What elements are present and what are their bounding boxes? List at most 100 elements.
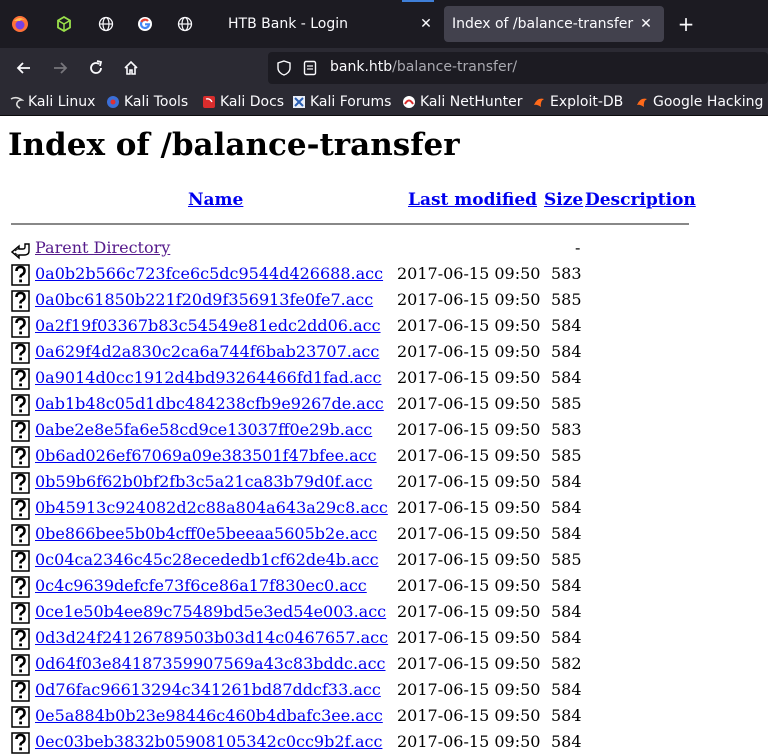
globe-icon[interactable] (96, 14, 116, 34)
file-last-modified: 2017-06-15 09:50 (397, 316, 541, 335)
unknown-file-icon (11, 732, 31, 754)
file-last-modified: 2017-06-15 09:50 (397, 394, 541, 413)
tab-index-balance-transfer[interactable]: Index of /balance-transfer ✕ (444, 6, 664, 42)
file-last-modified: 2017-06-15 09:50 (397, 706, 541, 725)
unknown-file-icon (11, 394, 31, 416)
file-row: 0ec03beb3832b05908105342c0cc9b2f.acc 2017… (0, 729, 768, 755)
file-link[interactable]: 0a0bc61850b221f20d9f356913fe0fe7.acc (35, 290, 373, 309)
bookmark-kali-nethunter[interactable]: Kali NetHunter (402, 93, 522, 111)
google-icon[interactable] (135, 14, 155, 34)
file-size: 584 (551, 732, 582, 751)
ghdb-icon (635, 95, 649, 109)
unknown-file-icon (11, 290, 31, 312)
bookmark-google-hacking-db[interactable]: Google Hacking D (635, 93, 768, 111)
file-row: 0c04ca2346c45c28ecededb1cf62de4b.acc 2017… (0, 547, 768, 573)
file-link[interactable]: 0d3d24f24126789503b03d14c0467657.acc (35, 628, 388, 647)
firefox-menu-icon[interactable] (10, 14, 30, 34)
file-link[interactable]: 0b59b6f62b0bf2fb3c5a21ca83b79d0f.acc (35, 472, 372, 491)
home-icon[interactable] (119, 56, 143, 80)
page-info-icon[interactable] (302, 60, 318, 80)
globe-icon[interactable] (175, 14, 195, 34)
exploit-db-icon (532, 95, 546, 109)
file-link[interactable]: 0a9014d0cc1912d4bd93264466fd1fad.acc (35, 368, 381, 387)
shield-icon[interactable] (276, 60, 292, 80)
column-header-description[interactable]: Description (585, 190, 696, 210)
file-last-modified: 2017-06-15 09:50 (397, 732, 541, 751)
file-last-modified: 2017-06-15 09:50 (397, 524, 541, 543)
unknown-file-icon (11, 472, 31, 494)
file-link[interactable]: 0c04ca2346c45c28ecededb1cf62de4b.acc (35, 550, 379, 569)
file-link[interactable]: 0b45913c924082d2c88a804a643a29c8.acc (35, 498, 388, 517)
bookmark-kali-tools[interactable]: Kali Tools (106, 93, 188, 111)
unknown-file-icon (11, 680, 31, 702)
column-header-last-modified[interactable]: Last modified (408, 190, 537, 210)
unknown-file-icon (11, 316, 31, 338)
reload-icon[interactable] (84, 56, 108, 80)
bookmark-label: Exploit-DB (550, 94, 624, 110)
column-header-size[interactable]: Size (544, 190, 583, 210)
file-last-modified: 2017-06-15 09:50 (397, 290, 541, 309)
unknown-file-icon (11, 628, 31, 650)
new-tab-button[interactable]: + (676, 14, 696, 34)
active-tab-indicator (402, 0, 434, 2)
container-cube-icon[interactable] (54, 14, 74, 34)
close-icon[interactable]: ✕ (638, 16, 654, 32)
bookmark-kali-linux[interactable]: Kali Linux (10, 93, 95, 111)
bookmark-kali-forums[interactable]: Kali Forums (292, 93, 391, 111)
unknown-file-icon (11, 550, 31, 572)
column-header-name[interactable]: Name (188, 190, 243, 210)
file-size: 583 (551, 264, 582, 283)
unknown-file-icon (11, 446, 31, 468)
tab-title: HTB Bank - Login (228, 16, 349, 32)
back-button[interactable] (12, 56, 36, 80)
file-link[interactable]: 0a629f4d2a830c2ca6a744f6bab23707.acc (35, 342, 379, 361)
url-bar[interactable]: bank.htb/balance-transfer/ (268, 52, 768, 84)
parent-directory-link[interactable]: Parent Directory (35, 238, 170, 257)
parent-directory-size: - (575, 238, 581, 257)
file-row: 0d3d24f24126789503b03d14c0467657.acc 2017… (0, 625, 768, 651)
file-link[interactable]: 0ec03beb3832b05908105342c0cc9b2f.acc (35, 732, 382, 751)
file-size: 584 (551, 316, 582, 335)
file-row: 0d64f03e84187359907569a43c83bddc.acc 2017… (0, 651, 768, 677)
file-size: 585 (551, 290, 582, 309)
file-row: 0b45913c924082d2c88a804a643a29c8.acc 2017… (0, 495, 768, 521)
navigation-toolbar: bank.htb/balance-transfer/ (0, 48, 768, 88)
file-last-modified: 2017-06-15 09:50 (397, 628, 541, 647)
file-link[interactable]: 0d76fac96613294c341261bd87ddcf33.acc (35, 680, 381, 699)
bookmark-label: Kali Docs (220, 94, 285, 110)
unknown-file-icon (11, 498, 31, 520)
file-link[interactable]: 0b6ad026ef67069a09e383501f47bfee.acc (35, 446, 377, 465)
unknown-file-icon (11, 602, 31, 624)
file-size: 585 (551, 446, 582, 465)
url-text[interactable]: bank.htb/balance-transfer/ (330, 59, 517, 75)
back-arrow-icon (10, 238, 31, 260)
file-link[interactable]: 0abe2e8e5fa6e58cd9ce13037ff0e29b.acc (35, 420, 372, 439)
forward-button[interactable] (48, 56, 72, 80)
unknown-file-icon (11, 368, 31, 390)
unknown-file-icon (11, 420, 31, 442)
close-icon[interactable]: ✕ (418, 16, 434, 32)
file-size: 584 (551, 472, 582, 491)
file-link[interactable]: 0be866bee5b0b4cff0e5beeaa5605b2e.acc (35, 524, 377, 543)
bookmark-exploit-db[interactable]: Exploit-DB (532, 93, 623, 111)
file-link[interactable]: 0d64f03e84187359907569a43c83bddc.acc (35, 654, 386, 673)
file-size: 584 (551, 368, 582, 387)
url-host: bank.htb (330, 59, 393, 75)
tab-htb-bank-login[interactable]: HTB Bank - Login ✕ (216, 6, 440, 42)
file-link[interactable]: 0a0b2b566c723fce6c5dc9544d426688.acc (35, 264, 383, 283)
file-link[interactable]: 0ab1b48c05d1dbc484238cfb9e9267de.acc (35, 394, 384, 413)
file-size: 584 (551, 524, 582, 543)
file-row: 0a9014d0cc1912d4bd93264466fd1fad.acc 2017… (0, 365, 768, 391)
file-link[interactable]: 0e5a884b0b23e98446c460b4dbafc3ee.acc (35, 706, 383, 725)
page-content: Index of /balance-transfer Name Last mod… (0, 117, 768, 756)
file-link[interactable]: 0c4c9639defcfe73f6ce86a17f830ec0.acc (35, 576, 367, 595)
file-link[interactable]: 0a2f19f03367b83c54549e81edc2dd06.acc (35, 316, 381, 335)
file-row: 0abe2e8e5fa6e58cd9ce13037ff0e29b.acc 2017… (0, 417, 768, 443)
tab-title: Index of /balance-transfer (452, 16, 634, 32)
file-size: 584 (551, 498, 582, 517)
file-link[interactable]: 0ce1e50b4ee89c75489bd5e3ed54e003.acc (35, 602, 386, 621)
bookmark-label: Kali NetHunter (420, 94, 523, 110)
bookmark-kali-docs[interactable]: Kali Docs (202, 93, 284, 111)
file-row: 0ab1b48c05d1dbc484238cfb9e9267de.acc 2017… (0, 391, 768, 417)
bookmark-label: Google Hacking D (653, 94, 768, 110)
